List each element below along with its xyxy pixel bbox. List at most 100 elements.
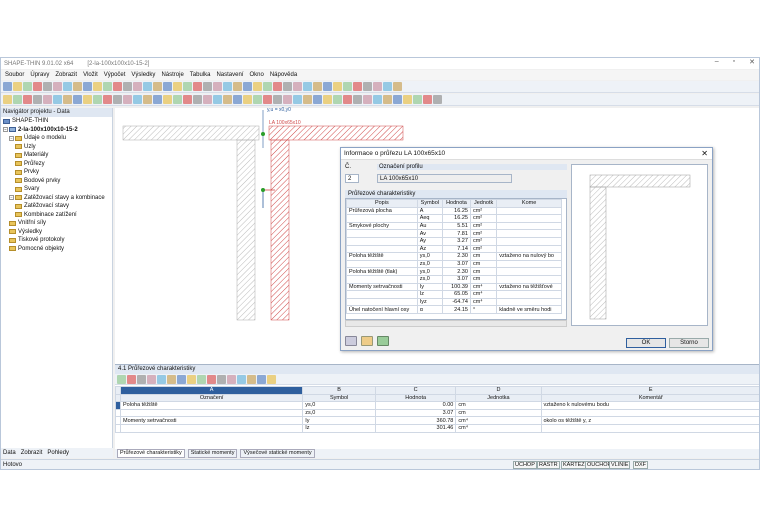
toolbar-icon[interactable] (203, 95, 212, 104)
toolbar-icon[interactable] (53, 95, 62, 104)
toolbar-icon[interactable] (13, 82, 22, 91)
tree-item[interactable]: − Údaje o modelu (1, 134, 112, 143)
toolbar-icon[interactable] (273, 95, 282, 104)
tab-display[interactable]: Zobrazit (21, 450, 43, 456)
number-field[interactable]: 2 (345, 174, 359, 183)
toolbar-icon[interactable] (223, 82, 232, 91)
toolbar-icon[interactable] (303, 95, 312, 104)
table-row[interactable]: Úhel natočení hlavní osy α 24.15 ° kladně ve… (346, 305, 562, 314)
tree-item[interactable]: Vnitřní síly (1, 219, 112, 228)
toolbar-icon[interactable] (113, 95, 122, 104)
toolbar-icon[interactable] (183, 82, 192, 91)
toolbar-icon[interactable] (147, 374, 156, 384)
menu-item[interactable]: Nástroje (161, 72, 183, 78)
toolbar-icon[interactable] (143, 82, 152, 91)
close-icon[interactable]: ✕ (749, 58, 755, 66)
table-row[interactable]: Az 7.14 cm² (346, 244, 562, 254)
table-row[interactable]: Smykové plochy Au 5.51 cm² (346, 221, 562, 231)
status-toggle[interactable]: VLINIE (609, 461, 631, 469)
toolbar-icon[interactable] (177, 374, 186, 384)
table-row[interactable]: Poloha těžiště ys,0 0.00 cm vztaženo k nulov… (115, 401, 759, 410)
menu-item[interactable]: Nápověda (270, 72, 297, 78)
table-row[interactable]: Poloha těžiště (tlak) ys,0 2.30 cm (346, 267, 562, 276)
toolbar-icon[interactable] (273, 82, 282, 91)
tree-item[interactable]: Průřezy (1, 160, 112, 169)
toolbar-icon[interactable] (93, 95, 102, 104)
toolbar-icon[interactable] (267, 374, 276, 384)
toolbar-icon[interactable] (153, 82, 162, 91)
toolbar-icon[interactable] (133, 82, 142, 91)
tab-data[interactable]: Data (3, 450, 16, 456)
toolbar-icon[interactable] (33, 95, 42, 104)
toolbar-icon[interactable] (193, 95, 202, 104)
toolbar-icon[interactable] (33, 82, 42, 91)
horizontal-scrollbar[interactable] (345, 320, 567, 327)
toolbar-icon[interactable] (103, 95, 112, 104)
toolbar-icon[interactable] (207, 374, 216, 384)
toolbar-icon[interactable] (83, 82, 92, 91)
props-grid[interactable]: Popis Symbol Hodnota Jednotk Kome Průřezová … (345, 198, 567, 320)
tree-item[interactable]: − Zatěžovací stavy a kombinace (1, 194, 112, 203)
toolbar-icon[interactable] (127, 374, 136, 384)
toolbar-icon[interactable] (103, 82, 112, 91)
tree-project[interactable]: −2-la-100x100x10-15-2 (1, 126, 112, 135)
toolbar-icon[interactable] (373, 95, 382, 104)
toolbar-icon[interactable] (43, 95, 52, 104)
toolbar-icon[interactable] (167, 374, 176, 384)
toolbar-icon[interactable] (23, 82, 32, 91)
table-icon[interactable] (377, 336, 389, 346)
toolbar-icon[interactable] (373, 82, 382, 91)
tree-item[interactable]: Svary (1, 185, 112, 194)
status-toggle[interactable]: KARTEZ (561, 461, 587, 469)
menu-item[interactable]: Výpočet (104, 72, 126, 78)
toolbar-icon[interactable] (293, 82, 302, 91)
toolbar-icon[interactable] (173, 82, 182, 91)
toolbar-icon[interactable] (233, 82, 242, 91)
status-toggle[interactable]: UCHOP (513, 461, 537, 469)
toolbar-icon[interactable] (243, 82, 252, 91)
toolbar-icon[interactable] (363, 82, 372, 91)
toolbar-icon[interactable] (73, 95, 82, 104)
toolbar-icon[interactable] (333, 82, 342, 91)
tree-root[interactable]: SHAPE-THIN (1, 117, 112, 126)
toolbar-icon[interactable] (313, 82, 322, 91)
toolbar-icon[interactable] (393, 95, 402, 104)
menu-item[interactable]: Zobrazit (55, 72, 77, 78)
edit-icon[interactable] (361, 336, 373, 346)
toolbar-icon[interactable] (283, 95, 292, 104)
toolbar-icon[interactable] (117, 374, 126, 384)
tree-item[interactable]: Výsledky (1, 228, 112, 237)
toolbar-icon[interactable] (187, 374, 196, 384)
table-row[interactable]: Iyz -64.74 cm⁴ (346, 297, 562, 307)
panel-tab[interactable]: Průřezové charakteristiky (117, 449, 185, 458)
minimize-icon[interactable]: – (715, 58, 719, 66)
toolbar-icon[interactable] (213, 95, 222, 104)
toolbar-icon[interactable] (163, 82, 172, 91)
toolbar-icon[interactable] (233, 95, 242, 104)
toolbar-icon[interactable] (73, 82, 82, 91)
toolbar-icon[interactable] (383, 82, 392, 91)
toolbar-icon[interactable] (243, 95, 252, 104)
tree-item[interactable]: Zatěžovací stavy (1, 202, 112, 211)
tree-item[interactable]: Kombinace zatížení (1, 211, 112, 220)
table-row[interactable]: Ay 3.27 cm² (346, 236, 562, 246)
refresh-icon[interactable] (345, 336, 357, 346)
toolbar-icon[interactable] (343, 82, 352, 91)
toolbar-icon[interactable] (383, 95, 392, 104)
menu-item[interactable]: Výsledky (131, 72, 155, 78)
menu-item[interactable]: Tabulka (190, 72, 211, 78)
table-row[interactable]: Momenty setrvačnosti Iy 360.78 cm⁴ okolo os … (115, 416, 759, 425)
table-row[interactable]: Průřezová plocha A 16.25 cm² (346, 206, 562, 216)
toolbar-icon[interactable] (123, 82, 132, 91)
toolbar-icon[interactable] (403, 95, 412, 104)
toolbar-icon[interactable] (363, 95, 372, 104)
toolbar-icon[interactable] (423, 95, 432, 104)
status-toggle[interactable]: DXF (633, 461, 648, 469)
toolbar-icon[interactable] (303, 82, 312, 91)
toolbar-icon[interactable] (323, 95, 332, 104)
toolbar-icon[interactable] (343, 95, 352, 104)
toolbar-icon[interactable] (223, 95, 232, 104)
toolbar-icon[interactable] (113, 82, 122, 91)
toolbar-icon[interactable] (433, 95, 442, 104)
toolbar-icon[interactable] (23, 95, 32, 104)
